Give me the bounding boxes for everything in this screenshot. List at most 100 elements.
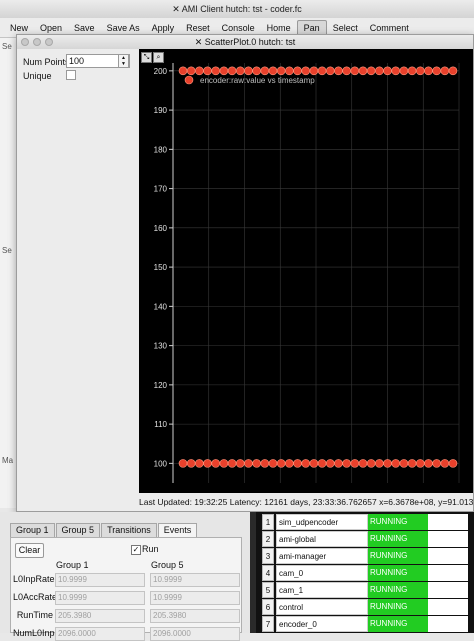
process-extra-cell [428,514,468,530]
pan-tool-icon[interactable]: ⤡ [141,52,152,63]
toolbar-save-as-button[interactable]: Save As [101,21,146,35]
data-point [407,66,417,76]
toolbar-select-button[interactable]: Select [327,21,364,35]
data-point [195,459,204,468]
process-extra-cell [428,616,468,632]
num-points-label: Num Points [23,57,70,67]
data-point [203,459,212,468]
tab-events[interactable]: Events [157,523,198,537]
run-label: Run [142,544,159,554]
data-point [276,66,286,76]
data-point [440,459,450,468]
scatter-chart: 100 110 120 130 140 150 160 170 180 190 200 encoder… [154,63,460,483]
data-point [375,66,384,76]
process-name: encoder_0 [276,616,368,632]
toolbar-apply-button[interactable]: Apply [146,21,181,35]
process-row-number: 1 [262,514,274,530]
data-point [211,66,221,76]
data-point [276,459,286,468]
close-window-button[interactable] [21,38,29,46]
data-point [342,459,351,468]
data-point [309,459,319,468]
data-point [178,459,188,468]
plot-tools: ⤡ ⌕ [141,51,165,63]
process-status-badge: RUNNING [368,582,428,598]
data-point [448,459,458,468]
data-point [235,66,245,76]
legend-label: encoder:raw:value vs timestamp [200,76,315,85]
maximize-window-button[interactable] [45,38,53,46]
clear-button[interactable]: Clear [15,543,44,558]
process-name: control [276,599,368,615]
group5-header: Group 5 [151,560,184,570]
data-point [293,459,302,468]
unique-label: Unique [23,71,52,81]
y-tick-label: 170 [154,185,168,194]
num-points-stepper[interactable]: ▲ ▼ [118,54,129,68]
tab-group-5[interactable]: Group 5 [55,523,101,537]
events-tabs: Group 1 Group 5 Transitions Events [10,523,198,537]
data-point [350,66,360,76]
toolbar-reset-button[interactable]: Reset [180,21,216,35]
toolbar-open-button[interactable]: Open [34,21,68,35]
data-point [301,66,311,76]
process-row-number: 7 [262,616,274,632]
x11-icon: ✕ [172,4,182,14]
data-point [342,66,351,76]
data-point [219,459,229,468]
data-point [350,459,360,468]
tab-transitions[interactable]: Transitions [101,523,157,537]
data-point [366,66,376,76]
x11-icon: ✕ [194,37,205,47]
plot-area[interactable]: ⤡ ⌕ 100 110 120 130 140 150 160 170 180 190 200 enco… [139,49,473,493]
data-point [424,459,433,468]
data-point [391,66,401,76]
data-point [415,459,425,468]
main-window-title: ✕ AMI Client hutch: tst - coder.fc [0,0,474,19]
data-point [358,66,368,76]
process-extra-cell [428,599,468,615]
data-point [399,66,409,76]
data-point [440,66,450,76]
minimize-window-button[interactable] [33,38,41,46]
data-point [227,66,237,76]
data-point [186,66,196,76]
data-point [285,459,294,468]
group5-value-field: 10.9999 [150,591,240,605]
process-name: ami-manager [276,548,368,564]
data-point [399,459,409,468]
toolbar-comment-button[interactable]: Comment [364,21,415,35]
group1-value-field: 10.9999 [55,591,145,605]
main-window-title-text: AMI Client hutch: tst - coder.fc [181,4,302,14]
toolbar-console-button[interactable]: Console [216,21,261,35]
group1-value-field: 2096.0000 [55,627,145,641]
y-tick-label: 100 [154,459,168,468]
zoom-tool-icon[interactable]: ⌕ [153,52,164,63]
toolbar-home-button[interactable]: Home [261,21,297,35]
y-tick-label: 200 [154,67,168,76]
data-point [235,459,245,468]
data-point [325,66,335,76]
unique-checkbox[interactable] [66,70,76,80]
group5-value-field: 205.3980 [150,609,240,623]
data-point [383,66,392,76]
process-status-badge: RUNNING [368,565,428,581]
group1-header: Group 1 [56,560,89,570]
left-panel-marker: Se [2,246,12,255]
y-tick-label: 150 [154,263,168,272]
process-row-number: 5 [262,582,274,598]
data-point [227,459,237,468]
data-point [334,66,343,76]
toolbar-new-button[interactable]: New [4,21,34,35]
left-panel-marker: Se [2,42,12,51]
toolbar-save-button[interactable]: Save [68,21,101,35]
y-tick-label: 180 [154,145,168,154]
data-point [268,66,278,76]
event-row-label: RunTime [16,610,53,620]
tab-group-1[interactable]: Group 1 [10,523,55,537]
run-checkbox[interactable]: ✓ [131,545,141,555]
data-point [432,66,441,76]
process-table: 1 sim_udpencoder RUNNING 2 ami-global RUNNING… [256,512,474,633]
scatter-control-panel: Num Points 100 ▲ ▼ Unique [17,49,139,489]
group1-value-field: 205.3980 [55,609,145,623]
